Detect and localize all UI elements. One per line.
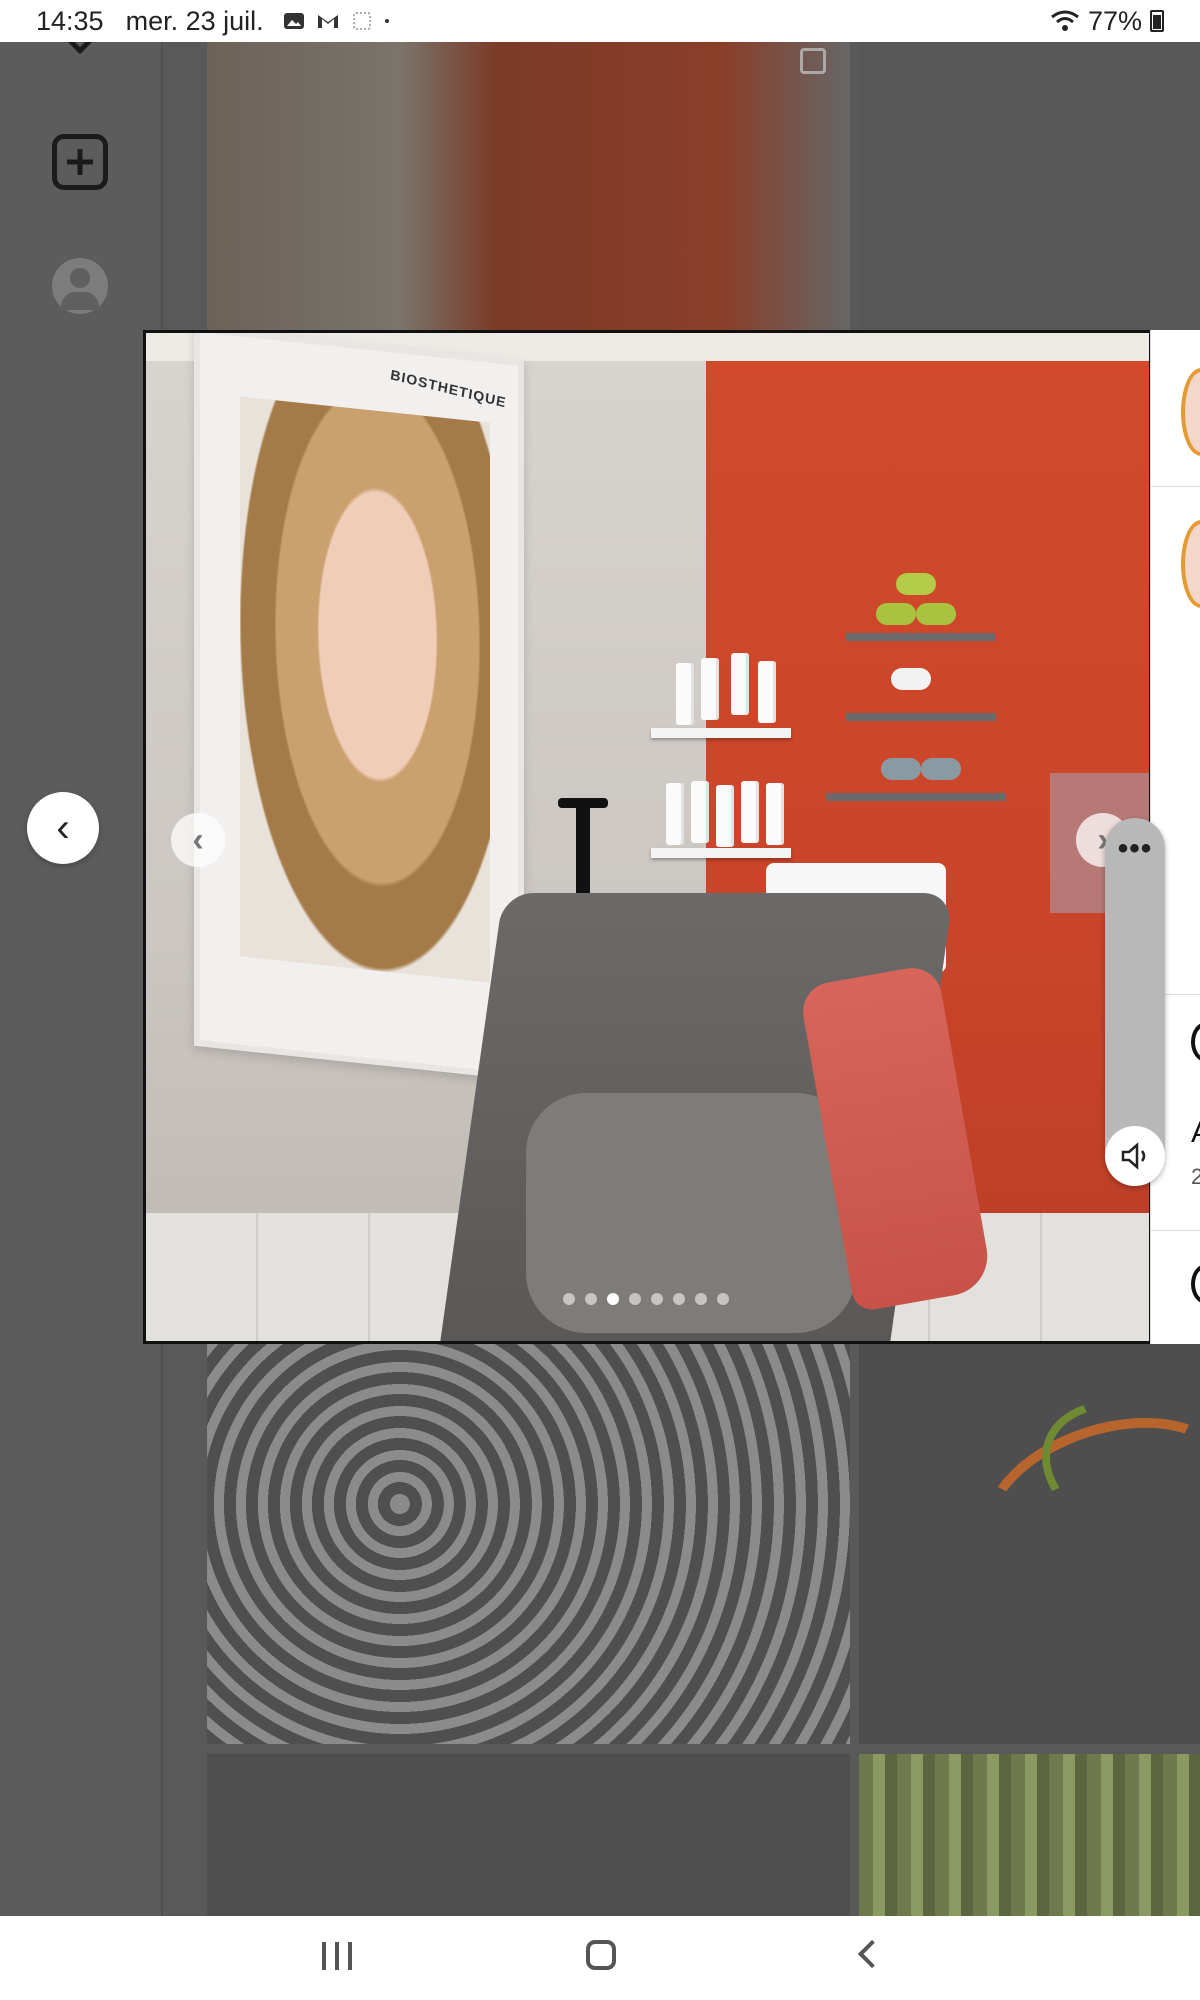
- towel: [916, 603, 956, 625]
- carousel-dot: [563, 1293, 575, 1305]
- bottle: [766, 783, 784, 845]
- home-icon[interactable]: [586, 1940, 616, 1970]
- towel: [876, 603, 916, 625]
- metal-shelf: [846, 713, 996, 721]
- emoji-icon[interactable]: [1191, 1264, 1200, 1304]
- towel: [896, 573, 936, 595]
- status-bar: 14:35 mer. 23 juil. 77%: [0, 0, 1200, 42]
- poster-portrait: [240, 396, 490, 983]
- grid-post-thumbnail[interactable]: [207, 1344, 850, 1744]
- system-navigation-bar: [0, 1916, 1200, 2000]
- bottle: [741, 781, 759, 843]
- status-right: 77%: [1050, 6, 1164, 37]
- wifi-icon: [1051, 10, 1079, 31]
- like-icon[interactable]: [1191, 1022, 1200, 1062]
- profile-avatar[interactable]: [52, 258, 108, 314]
- towel: [921, 758, 961, 780]
- carousel-previous-button[interactable]: ‹: [171, 813, 225, 867]
- post-date: 2: [1191, 1164, 1200, 1189]
- volume-button[interactable]: [1105, 1126, 1165, 1186]
- side-navigation-rail: [0, 25, 163, 1916]
- carousel-dot: [629, 1293, 641, 1305]
- divider: [1151, 1230, 1200, 1231]
- dot-icon: [384, 19, 389, 23]
- grid-post-thumbnail[interactable]: [859, 42, 1200, 332]
- create-post-icon[interactable]: [52, 134, 108, 190]
- poster-brand: BIOSTHETIQUE: [389, 366, 508, 411]
- carousel-dot: [651, 1293, 663, 1305]
- author-avatar[interactable]: [1181, 368, 1200, 456]
- multiple-images-icon: [800, 48, 826, 74]
- grid-post-thumbnail[interactable]: [207, 42, 850, 332]
- towel: [891, 668, 931, 690]
- carousel-dot: [607, 1293, 619, 1305]
- metal-shelf: [826, 793, 1006, 801]
- gmail-icon: [317, 15, 338, 28]
- carousel-dot: [717, 1293, 729, 1305]
- status-date: mer. 23 juil.: [125, 5, 264, 36]
- metal-shelf: [846, 633, 996, 641]
- speaker-icon: [1121, 1142, 1146, 1170]
- chevron-left-icon: ‹: [192, 820, 204, 859]
- bottle: [716, 785, 734, 847]
- bottle: [758, 661, 776, 723]
- sim-icon: [352, 12, 371, 30]
- carousel-pagination: [563, 1293, 729, 1305]
- shelf: [651, 848, 791, 858]
- recents-icon[interactable]: [322, 1942, 352, 1970]
- bottle: [701, 658, 719, 720]
- poster: BIOSTHETIQUE: [194, 333, 524, 1081]
- carousel-dot: [695, 1293, 707, 1305]
- notification-icons: [282, 11, 396, 31]
- battery-icon: [1150, 10, 1164, 32]
- bottle: [731, 653, 749, 715]
- grid-post-thumbnail[interactable]: [859, 1344, 1200, 1744]
- towel: [881, 758, 921, 780]
- gallery-icon: [283, 13, 304, 29]
- back-button[interactable]: ‹: [27, 792, 99, 864]
- carousel-dot: [673, 1293, 685, 1305]
- back-icon[interactable]: [857, 1939, 887, 1969]
- post-photo[interactable]: BIOSTHETIQUE: [146, 333, 1149, 1341]
- comment-avatar[interactable]: [1181, 520, 1200, 608]
- battery-percent: 77%: [1087, 5, 1142, 36]
- likes-text: A: [1191, 1116, 1200, 1150]
- chevron-left-icon: ‹: [56, 805, 70, 850]
- shelf: [651, 728, 791, 738]
- post-modal: BIOSTHETIQUE ‹ ›: [143, 330, 1152, 1344]
- status-time: 14:35: [36, 5, 104, 36]
- more-options-icon[interactable]: •••: [1105, 832, 1165, 866]
- carousel-dot: [585, 1293, 597, 1305]
- bottle: [691, 781, 709, 843]
- divider: [1151, 486, 1200, 487]
- floating-side-panel[interactable]: •••: [1105, 818, 1165, 1186]
- bottle: [676, 663, 694, 725]
- bottle: [666, 783, 684, 845]
